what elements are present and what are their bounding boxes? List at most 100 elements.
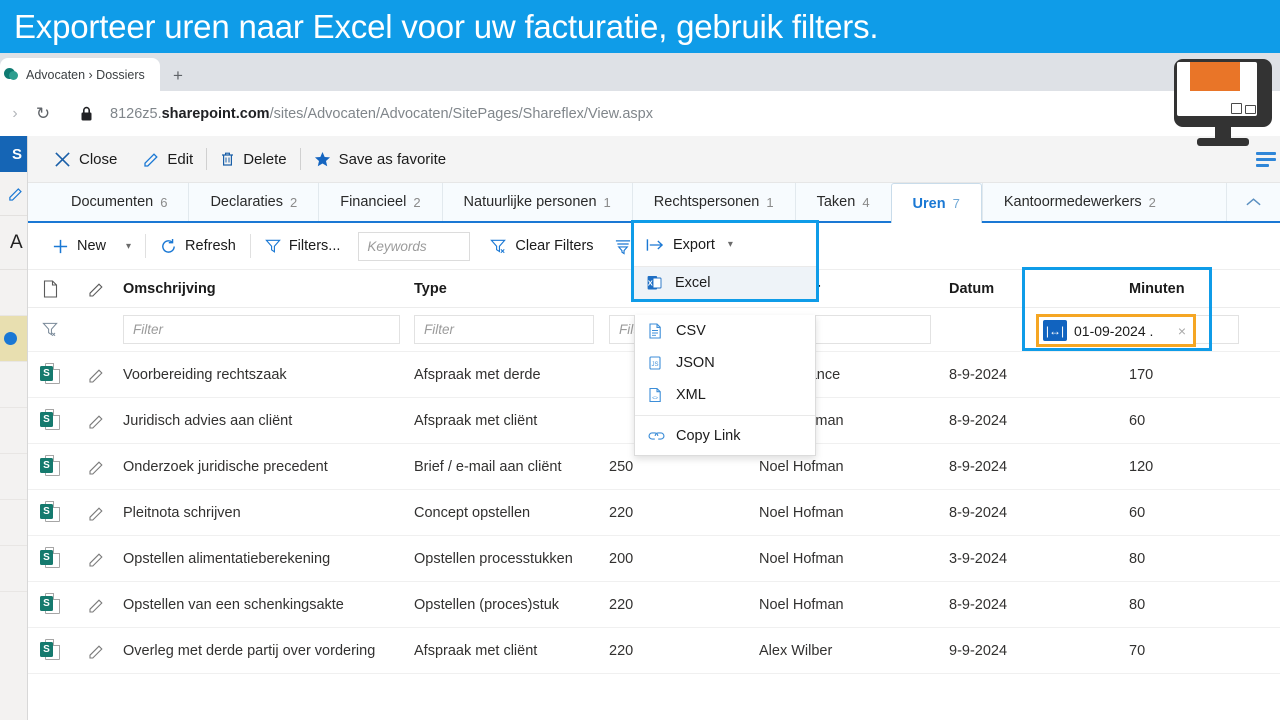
edit-button[interactable]: Edit [130,143,206,175]
date-filter-chip[interactable]: |↔| 01-09-2024 . × [1036,314,1196,347]
tab-documenten[interactable]: Documenten 6 [50,183,188,221]
tab-rechtspersonen[interactable]: Rechtspersonen 1 [631,183,795,221]
url-path: /sites/Advocaten/Advocaten/SitePages/Sha… [269,105,653,122]
cell-omschrijving: Opstellen van een schenkingsakte [123,596,344,613]
tab-financieel[interactable]: Financieel 2 [318,183,441,221]
clear-filters-button[interactable]: Clear Filters [480,231,603,261]
row-document-icon[interactable]: S [28,547,72,570]
column-header-type[interactable]: Type [414,281,609,297]
sidebar-row[interactable] [0,362,27,408]
cell-datum: 3-9-2024 [949,550,1008,567]
funnel-icon [264,238,281,254]
sidebar-row-selected[interactable] [0,316,27,362]
row-edit-icon[interactable] [72,459,120,475]
row-edit-icon[interactable] [72,643,120,659]
xml-file-icon: <> [648,387,665,403]
sidebar-row[interactable] [0,408,27,454]
url-text[interactable]: 8126z5.sharepoint.com/sites/Advocaten/Ad… [110,106,653,122]
new-dropdown-button[interactable]: ▾ [116,231,141,261]
row-document-icon[interactable]: S [28,409,72,432]
new-tab-button[interactable]: + [168,65,188,85]
filters-button[interactable]: Filters... [255,231,351,261]
export-item-label: Copy Link [676,428,741,444]
forward-arrow-icon[interactable]: › [2,105,28,123]
chevron-down-icon: ▾ [727,239,733,250]
row-edit-icon[interactable] [72,413,120,429]
filter-input-type[interactable]: Filter [414,315,594,344]
collapse-tabs-button[interactable] [1226,183,1280,221]
save-as-favorite-button[interactable]: Save as favorite [301,143,460,175]
lock-icon [80,106,96,122]
svg-text:<>: <> [652,395,658,401]
row-edit-icon[interactable] [72,551,120,567]
refresh-button[interactable]: Refresh [150,231,246,261]
export-menu-item-copy-link[interactable]: Copy Link [635,420,815,452]
export-label: Export [673,236,715,253]
cell-omschrijving: Pleitnota schrijven [123,504,241,521]
cell-datum: 8-9-2024 [949,504,1008,521]
sidebar-row[interactable] [0,270,27,316]
export-button[interactable]: Export ▾ [634,223,816,267]
table-row[interactable]: S Pleitnota schrijven Concept opstellen … [28,490,1280,536]
cell-eigenaar: Noel Hofman [759,596,844,613]
sidebar-edit-icon[interactable] [0,172,27,216]
overlay-menu-icon[interactable] [1256,152,1278,170]
export-menu-item-xml[interactable]: <> XML [635,379,815,411]
column-header-omschrijving[interactable]: Omschrijving [120,281,414,297]
filter-cell-omschrijving: Filter [120,315,414,344]
row-document-icon[interactable]: S [28,501,72,524]
entity-tabs: Documenten 6 Declaraties 2 Financieel 2 … [28,183,1280,223]
cell-type: Afspraak met cliënt [414,412,538,429]
reload-icon[interactable]: ↻ [28,104,58,124]
export-item-label: Excel [675,275,711,291]
export-menu-item-json[interactable]: JS JSON [635,347,815,379]
row-edit-icon[interactable] [72,597,120,613]
cell-datum: 9-9-2024 [949,642,1008,659]
cell-numeric: 220 [609,596,634,613]
tab-natuurlijke-personen[interactable]: Natuurlijke personen 1 [441,183,632,221]
row-edit-icon[interactable] [72,367,120,383]
tab-declaraties[interactable]: Declaraties 2 [188,183,318,221]
table-row[interactable]: S Overleg met derde partij over vorderin… [28,628,1280,674]
refresh-label: Refresh [185,238,236,254]
export-menu-item-csv[interactable]: CSV [635,315,815,347]
delete-label: Delete [243,150,287,168]
sidebar-row[interactable] [0,454,27,500]
clear-row-filters-button[interactable] [28,321,72,338]
svg-text:X: X [648,279,653,288]
row-document-icon[interactable]: S [28,593,72,616]
filters-label: Filters... [288,238,341,254]
sidebar-row[interactable] [0,546,27,592]
tab-label: Rechtspersonen [653,194,760,210]
date-filter-value: 01-09-2024 . [1074,322,1154,339]
export-menu-item-excel[interactable]: X Excel [634,267,816,299]
json-file-icon: JS [648,355,665,371]
tab-count: 1 [603,194,611,210]
tab-taken[interactable]: Taken 4 [794,183,891,221]
close-label: Close [79,150,118,168]
row-edit-icon[interactable] [72,505,120,521]
row-document-icon[interactable]: S [28,455,72,478]
delete-button[interactable]: Delete [207,143,299,175]
clear-date-filter-icon[interactable]: × [1178,323,1186,339]
row-document-icon[interactable]: S [28,639,72,662]
column-header-datum[interactable]: Datum [949,281,1129,297]
tab-kantoormedewerkers[interactable]: Kantoormedewerkers 2 [981,183,1177,221]
column-header-minuten[interactable]: Minuten [1129,281,1249,297]
table-row[interactable]: S Opstellen van een schenkingsakte Opste… [28,582,1280,628]
close-button[interactable]: Close [41,143,130,175]
filter-input-omschrijving[interactable]: Filter [123,315,400,344]
keywords-input[interactable]: Keywords [358,231,471,261]
sidebar-row[interactable] [0,500,27,546]
edit-column-icon [72,281,120,297]
tab-count: 4 [862,194,870,210]
table-row[interactable]: S Opstellen alimentatieberekening Opstel… [28,536,1280,582]
new-button[interactable]: New [42,231,116,261]
chevron-up-icon [1245,196,1262,208]
export-icon [646,238,664,252]
excel-file-icon: X [647,275,664,291]
tab-count: 7 [952,196,960,211]
browser-tab[interactable]: Advocaten › Dossiers [0,58,160,91]
tab-uren[interactable]: Uren 7 [890,183,982,223]
row-document-icon[interactable]: S [28,363,72,386]
